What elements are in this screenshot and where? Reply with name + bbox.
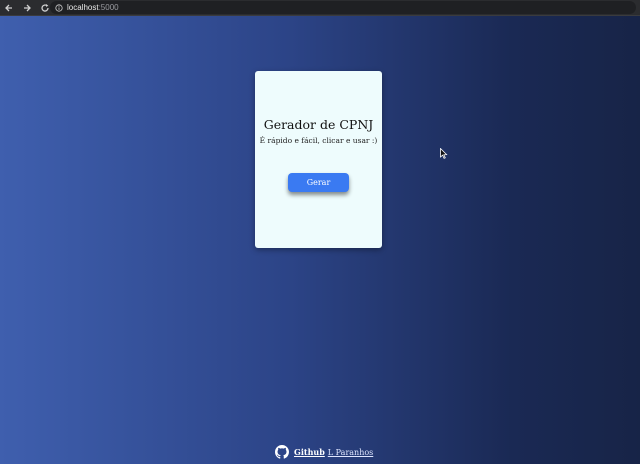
reload-icon [41, 3, 49, 12]
author-link[interactable]: L Paranhos [328, 448, 373, 457]
page-title: Gerador de CPNJ [263, 117, 374, 132]
back-button[interactable] [1, 0, 17, 16]
github-link[interactable]: Github [294, 447, 325, 457]
arrow-left-icon [5, 4, 12, 11]
info-icon [55, 3, 63, 12]
arrow-right-icon [24, 4, 31, 11]
url-host: localhost [67, 3, 99, 12]
generator-card: Gerador de CPNJ É rápido e fácil, clicar… [255, 71, 382, 248]
page-subtitle: É rápido e fácil, clicar e usar :) [259, 136, 378, 145]
url-port: :5000 [98, 3, 119, 12]
address-bar[interactable]: localhost:5000 [50, 1, 636, 14]
github-icon [275, 445, 289, 459]
footer: Github L Paranhos [275, 444, 373, 460]
generate-button[interactable]: Gerar [288, 173, 349, 192]
mouse-cursor-icon [440, 148, 448, 159]
browser-toolbar: localhost:5000 [0, 0, 640, 16]
forward-button[interactable] [19, 0, 35, 16]
